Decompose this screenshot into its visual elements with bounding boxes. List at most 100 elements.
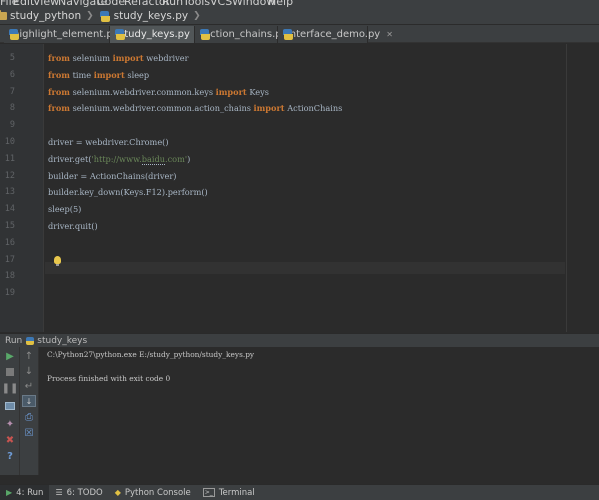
help-icon[interactable]: ? [3, 450, 17, 462]
run-panel-title: Run [5, 335, 23, 346]
line-number: 11 [4, 153, 15, 164]
tab-action-chains[interactable]: action_chains.py ✕ [195, 26, 300, 43]
run-config-name[interactable]: study_keys [37, 336, 87, 346]
tool-tab-run[interactable]: ▶ 4: Run [0, 485, 50, 500]
code-line: from time import sleep [48, 70, 149, 80]
code-token: from [48, 69, 70, 80]
code-line: driver.quit() [48, 221, 98, 231]
tab-study-keys[interactable]: study_keys.py ✕ [110, 26, 203, 43]
tab-highlight-element[interactable]: highlight_element.py ✕ [4, 26, 131, 43]
line-number: 17 [4, 254, 15, 265]
line-number: 13 [4, 187, 15, 198]
run-panel-header: Run study_keys [0, 333, 599, 347]
code-token: driver = webdriver.Chrome() [48, 137, 169, 147]
breadcrumb-file[interactable]: study_keys.py [99, 10, 189, 22]
close-icon[interactable]: ✕ [386, 30, 393, 39]
trash-icon[interactable]: ☒ [22, 427, 36, 439]
code-token: import [93, 69, 125, 80]
code-token: from [48, 53, 70, 63]
current-line-highlight [45, 262, 565, 274]
close-run-icon[interactable]: ✖ [3, 434, 17, 446]
tab-label: study_keys.py [119, 29, 190, 40]
line-number: 9 [9, 120, 15, 131]
code-line: from selenium.webdriver.common.action_ch… [48, 103, 342, 113]
line-number: 15 [4, 221, 15, 231]
pin-icon[interactable]: ✦ [3, 418, 17, 430]
code-token: sleep [124, 69, 150, 80]
code-token: baidu [141, 153, 165, 165]
console-line: C:\Python27\python.exe E:/study_python/s… [47, 350, 255, 359]
tool-window-bar: ▶ 4: Run ☰ 6: TODO ◆ Python Console >_ T… [0, 484, 599, 500]
restore-layout-icon[interactable] [3, 400, 17, 412]
tool-tab-label: Python Console [124, 487, 191, 498]
run-toolbar-primary: ▶ ❚❚ ✦ ✖ ? [0, 347, 20, 475]
line-number: 7 [9, 86, 15, 97]
code-token: time [69, 69, 94, 80]
rerun-icon[interactable]: ▶ [3, 350, 17, 362]
line-number: 5 [9, 53, 15, 63]
tool-tab-label: Terminal [218, 487, 255, 498]
menu-code[interactable]: Code [97, 0, 125, 8]
lightbulb-icon[interactable] [54, 256, 61, 266]
todo-icon: ☰ [55, 488, 63, 497]
code-line: from selenium import webdriver [48, 53, 189, 63]
folder-icon [0, 10, 7, 20]
code-token: selenium.webdriver.common.action_chains [69, 103, 254, 114]
console-line: Process finished with exit code 0 [47, 374, 171, 383]
arrow-up-icon[interactable]: ↑ [22, 350, 36, 362]
line-number: 16 [4, 237, 15, 248]
tool-tab-label: 6: TODO [66, 487, 103, 498]
menu-vcs[interactable]: VCS [210, 0, 232, 8]
breadcrumb: study_python ❯ study_keys.py ❯ [0, 8, 599, 25]
menu-tools[interactable]: Tools [183, 0, 210, 8]
arrow-down-icon[interactable]: ↓ [22, 365, 36, 377]
pause-icon[interactable]: ❚❚ [2, 382, 19, 394]
run-icon: ▶ [6, 488, 13, 497]
code-token: selenium.webdriver.common.keys [69, 86, 216, 97]
code-token: Keys [246, 86, 269, 97]
line-number: 14 [4, 204, 15, 215]
run-panel: ▶ ❚❚ ✦ ✖ ? ↑ ↓ ↵ ↓ ⎙ ☒ C:\Python27\pytho… [0, 347, 599, 475]
menu-bar: File Edit View Navigate Code Refactor Ru… [0, 0, 599, 8]
breadcrumb-project-label: study_python [10, 10, 82, 22]
menu-edit[interactable]: Edit [13, 0, 34, 8]
code-token: webdriver [143, 53, 189, 63]
code-token: builder = ActionChains(driver) [48, 170, 177, 181]
code-token: 'http://www. [91, 153, 142, 164]
breadcrumb-file-label: study_keys.py [113, 10, 189, 22]
menu-view[interactable]: View [33, 0, 59, 8]
python-console-icon: ◆ [114, 488, 121, 497]
tab-interface-demo[interactable]: interface_demo.py ✕ [278, 26, 393, 43]
line-number: 12 [4, 170, 15, 181]
code-line: driver.get('http://www.baidu.com') [48, 153, 191, 165]
menu-run[interactable]: Run [162, 0, 183, 8]
tool-tab-label: 4: Run [16, 487, 44, 498]
line-number: 10 [4, 137, 15, 147]
code-editor[interactable]: 5 6 7 8 9 10 11 12 13 14 15 16 17 18 19 from selenium … [0, 44, 599, 332]
code-token: .com' [164, 153, 188, 164]
breadcrumb-separator-icon: ❯ [86, 11, 94, 21]
print-icon[interactable]: ⎙ [22, 411, 36, 423]
stop-icon[interactable] [3, 366, 17, 378]
editor-tab-bar: highlight_element.py ✕ study_keys.py ✕ a… [0, 25, 599, 43]
code-token: ) [187, 153, 191, 164]
tool-tab-python-console[interactable]: ◆ Python Console [109, 485, 197, 500]
scroll-to-end-icon[interactable]: ↓ [22, 395, 36, 407]
line-number: 6 [9, 69, 15, 80]
tab-label: action_chains.py [204, 29, 288, 40]
code-token: import [112, 53, 144, 63]
code-token: builder.key_down(Keys.F12).perform() [48, 187, 208, 198]
right-margin-guide [566, 44, 567, 332]
breadcrumb-project[interactable]: study_python [0, 10, 81, 22]
menu-help[interactable]: Help [268, 0, 293, 8]
code-token: import [253, 103, 285, 114]
code-token: from [48, 103, 70, 114]
tool-tab-terminal[interactable]: >_ Terminal [197, 485, 261, 500]
soft-wrap-icon[interactable]: ↵ [22, 380, 36, 392]
tool-tab-todo[interactable]: ☰ 6: TODO [49, 485, 108, 500]
terminal-icon: >_ [202, 488, 215, 497]
breadcrumb-separator-icon: ❯ [193, 11, 201, 21]
tab-label: highlight_element.py [13, 29, 119, 40]
python-file-icon [99, 10, 110, 22]
code-line: sleep(5) [48, 204, 81, 214]
